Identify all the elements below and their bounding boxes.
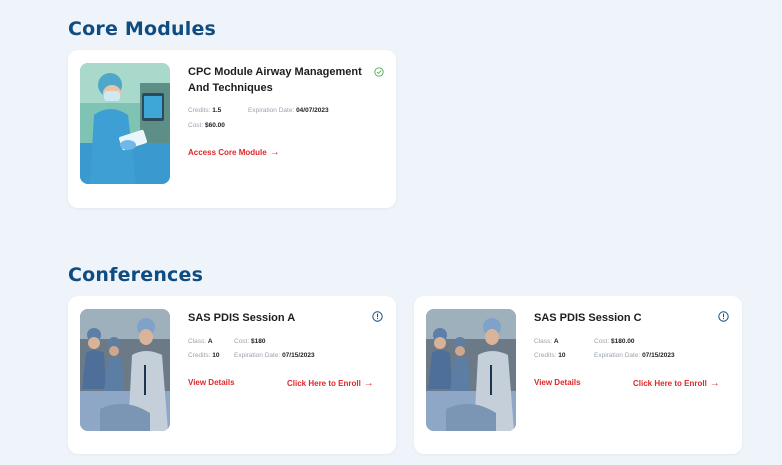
conference-cost: Cost: $180 (234, 338, 266, 345)
enroll-link[interactable]: Click Here to Enroll → (633, 378, 720, 389)
core-modules-heading: Core Modules (68, 18, 217, 40)
core-module-title: CPC Module Airway Management And Techniq… (188, 64, 362, 96)
conference-class: Class: A (188, 338, 213, 345)
info-circle-icon[interactable] (372, 309, 383, 327)
view-details-link[interactable]: View Details (534, 378, 581, 387)
conference-cost: Cost: $180.00 (594, 338, 635, 345)
conference-title: SAS PDIS Session C (534, 312, 642, 324)
conference-credits: Credits: 10 (188, 352, 220, 359)
core-module-card: CPC Module Airway Management And Techniq… (68, 50, 396, 208)
arrow-right-icon: → (363, 378, 374, 389)
core-module-cost: Cost: $60.00 (188, 122, 225, 129)
enroll-label: Click Here to Enroll (287, 379, 361, 388)
conference-card: SAS PDIS Session C Class: A Cost: $180.0… (414, 296, 742, 454)
conference-thumbnail (426, 309, 516, 431)
core-module-credits: Credits: 1.5 (188, 107, 222, 114)
access-core-module-label: Access Core Module (188, 148, 267, 157)
conference-credits: Credits: 10 (534, 352, 566, 359)
arrow-right-icon: → (269, 147, 280, 158)
conference-expiration: Expiration Date: 07/15/2023 (234, 352, 315, 359)
conference-class: Class: A (534, 338, 559, 345)
enroll-link[interactable]: Click Here to Enroll → (287, 378, 374, 389)
enroll-label: Click Here to Enroll (633, 379, 707, 388)
conference-title: SAS PDIS Session A (188, 312, 296, 324)
conference-card: SAS PDIS Session A Class: A Cost: $180 C… (68, 296, 396, 454)
core-module-title-line1: CPC Module Airway Management (188, 66, 362, 78)
check-circle-icon (374, 64, 384, 82)
core-module-expiration: Expiration Date: 04/07/2023 (248, 107, 329, 114)
core-module-thumbnail (80, 63, 170, 184)
conference-thumbnail (80, 309, 170, 431)
view-details-link[interactable]: View Details (188, 378, 235, 387)
conference-expiration: Expiration Date: 07/15/2023 (594, 352, 675, 359)
core-module-title-line2: And Techniques (188, 82, 273, 94)
conferences-heading: Conferences (68, 264, 204, 286)
arrow-right-icon: → (709, 378, 720, 389)
access-core-module-link[interactable]: Access Core Module → (188, 147, 280, 158)
info-circle-icon[interactable] (718, 309, 729, 327)
